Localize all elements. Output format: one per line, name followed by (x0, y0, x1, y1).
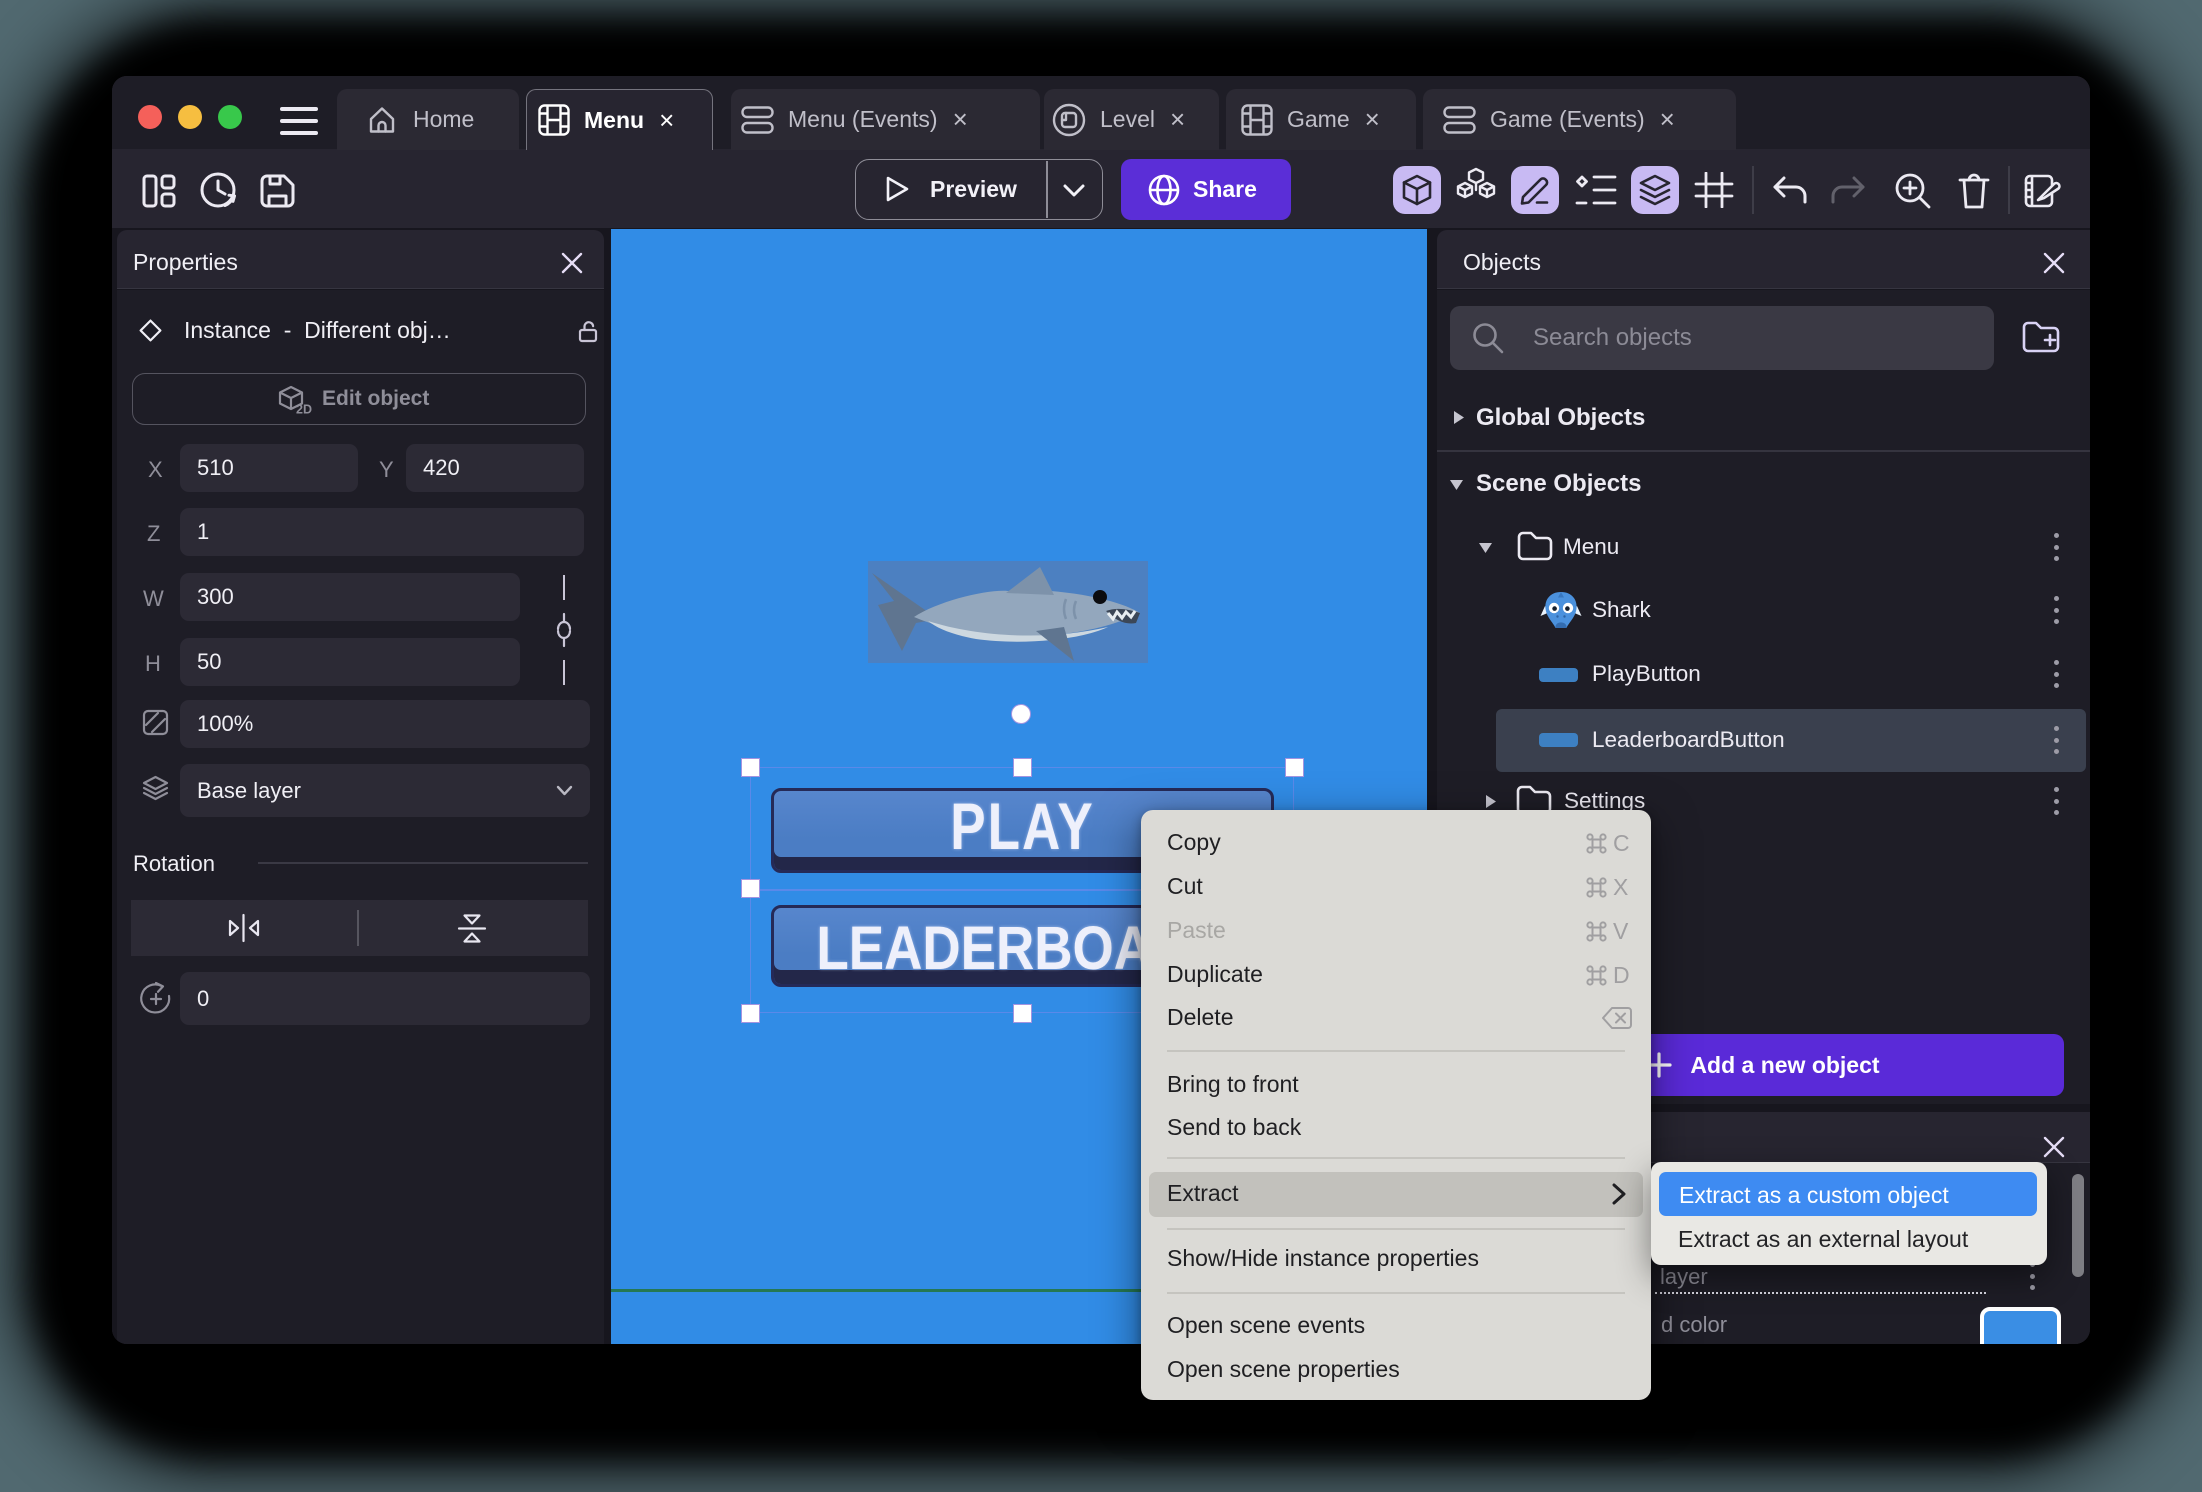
svg-text:2D: 2D (296, 403, 312, 415)
